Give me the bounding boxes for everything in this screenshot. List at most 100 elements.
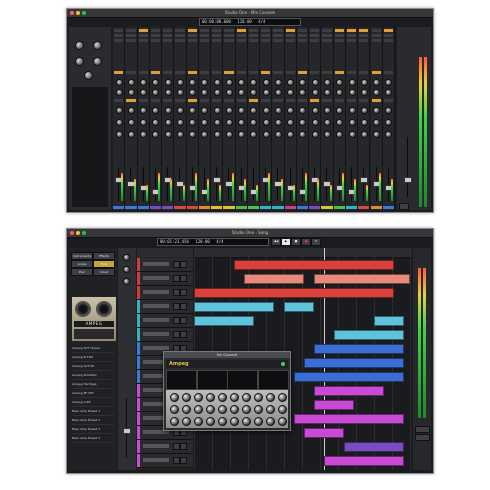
solo-button[interactable] — [180, 317, 187, 324]
send-slot[interactable] — [212, 71, 222, 74]
send-knob[interactable] — [238, 79, 246, 86]
track-header[interactable] — [137, 454, 193, 468]
gain-knob[interactable] — [348, 119, 356, 126]
stop-button[interactable]: ■ — [291, 238, 301, 246]
comp-knob[interactable] — [262, 131, 270, 138]
channel-fader[interactable] — [360, 177, 369, 183]
send-knob[interactable] — [201, 79, 209, 86]
eq-knob[interactable] — [323, 89, 331, 96]
plugin-knob[interactable] — [182, 405, 191, 414]
insert-slot[interactable] — [126, 34, 136, 37]
comp-knob[interactable] — [84, 71, 93, 80]
insert-slot[interactable] — [224, 39, 234, 42]
insert-slot[interactable] — [236, 39, 246, 42]
plugin-knob[interactable] — [206, 393, 215, 402]
channel-slot[interactable] — [310, 99, 320, 102]
send-knob[interactable] — [385, 79, 393, 86]
pan-knob[interactable] — [189, 107, 197, 114]
insert-slot[interactable] — [383, 39, 393, 42]
channel-slot[interactable] — [248, 99, 259, 102]
insert-slot[interactable] — [199, 34, 210, 37]
plugin-knob[interactable] — [170, 405, 179, 414]
insert-slot[interactable] — [150, 39, 161, 42]
send-knob[interactable] — [373, 79, 381, 86]
send-knob[interactable] — [336, 79, 344, 86]
eq-knob[interactable] — [360, 89, 368, 96]
pan-knob[interactable] — [93, 41, 102, 50]
arrange-clip[interactable] — [294, 414, 404, 424]
gain-knob[interactable] — [115, 119, 123, 126]
insert-slot[interactable] — [322, 29, 332, 32]
gain-knob[interactable] — [373, 119, 381, 126]
insert-slot[interactable] — [248, 34, 259, 37]
insert-slot[interactable] — [138, 39, 148, 42]
send-knob[interactable] — [140, 79, 148, 86]
insert-slot[interactable] — [212, 34, 222, 37]
solo-button[interactable] — [180, 303, 187, 310]
insert-slot[interactable] — [359, 34, 369, 37]
insert-slot[interactable] — [371, 34, 381, 37]
insert-slot[interactable] — [310, 34, 320, 37]
plugin-knob[interactable] — [254, 393, 263, 402]
browser-item[interactable]: Bass Amp Preset 3 — [72, 425, 114, 434]
eq-knob[interactable] — [348, 89, 356, 96]
insert-slot[interactable] — [383, 34, 393, 37]
gain-knob[interactable] — [323, 119, 331, 126]
comp-knob[interactable] — [299, 131, 307, 138]
send-slot[interactable] — [114, 71, 124, 74]
browser-item[interactable]: Ampeg Heritage — [72, 380, 114, 389]
insert-slot[interactable] — [310, 29, 320, 32]
send-slot[interactable] — [359, 71, 369, 74]
eq-knob[interactable] — [262, 89, 270, 96]
insert-slot[interactable] — [334, 39, 344, 42]
channel-slot[interactable] — [236, 99, 246, 102]
insert-slot[interactable] — [175, 29, 185, 32]
plugin-knob[interactable] — [242, 417, 251, 426]
browser-item[interactable]: Ampeg SVT-VR — [72, 362, 114, 371]
mute-button[interactable] — [173, 275, 180, 282]
insert-slot[interactable] — [359, 39, 369, 42]
pan-knob[interactable] — [385, 107, 393, 114]
mute-button[interactable] — [173, 289, 180, 296]
pan-knob[interactable] — [127, 107, 135, 114]
channel-slot[interactable] — [261, 99, 271, 102]
browser-tab[interactable]: Effects — [93, 252, 115, 260]
plugin-knob[interactable] — [266, 393, 275, 402]
send-slot[interactable] — [273, 71, 283, 74]
pan-knob[interactable] — [299, 107, 307, 114]
send-knob[interactable] — [262, 79, 270, 86]
insert-slot[interactable] — [322, 39, 332, 42]
plugin-knob[interactable] — [230, 393, 239, 402]
browser-item[interactable]: Ampeg PF-50T — [72, 389, 114, 398]
arrange-clip[interactable] — [244, 274, 304, 284]
channel-slot[interactable] — [297, 99, 308, 102]
cpu-button[interactable] — [415, 434, 430, 441]
insert-slot[interactable] — [383, 29, 393, 32]
send-knob[interactable] — [225, 79, 233, 86]
channel-slot[interactable] — [224, 99, 234, 102]
arrange-clip[interactable] — [314, 344, 404, 354]
gain-knob[interactable] — [140, 119, 148, 126]
insert-slot[interactable] — [347, 39, 357, 42]
plugin-knob[interactable] — [242, 393, 251, 402]
send-slot[interactable] — [371, 71, 381, 74]
pan-knob[interactable] — [164, 107, 172, 114]
gain-knob[interactable] — [127, 119, 135, 126]
send-knob[interactable] — [164, 79, 172, 86]
comp-knob[interactable] — [225, 131, 233, 138]
pan-knob[interactable] — [176, 107, 184, 114]
plugin-knob[interactable] — [170, 393, 179, 402]
gain-knob[interactable] — [176, 119, 184, 126]
gain-knob[interactable] — [189, 119, 197, 126]
title-bar[interactable]: Studio One - Mix Console — [67, 9, 433, 18]
eq-knob[interactable] — [373, 89, 381, 96]
browser-tab[interactable]: Pool — [71, 268, 93, 276]
track-header[interactable] — [137, 440, 193, 454]
rewind-button[interactable]: ◀◀ — [271, 238, 281, 246]
insert-slot[interactable] — [261, 39, 271, 42]
send-slot[interactable] — [163, 71, 173, 74]
pan-knob[interactable] — [238, 107, 246, 114]
channel-slot[interactable] — [212, 99, 222, 102]
pan-knob[interactable] — [213, 107, 221, 114]
insert-slot[interactable] — [126, 29, 136, 32]
